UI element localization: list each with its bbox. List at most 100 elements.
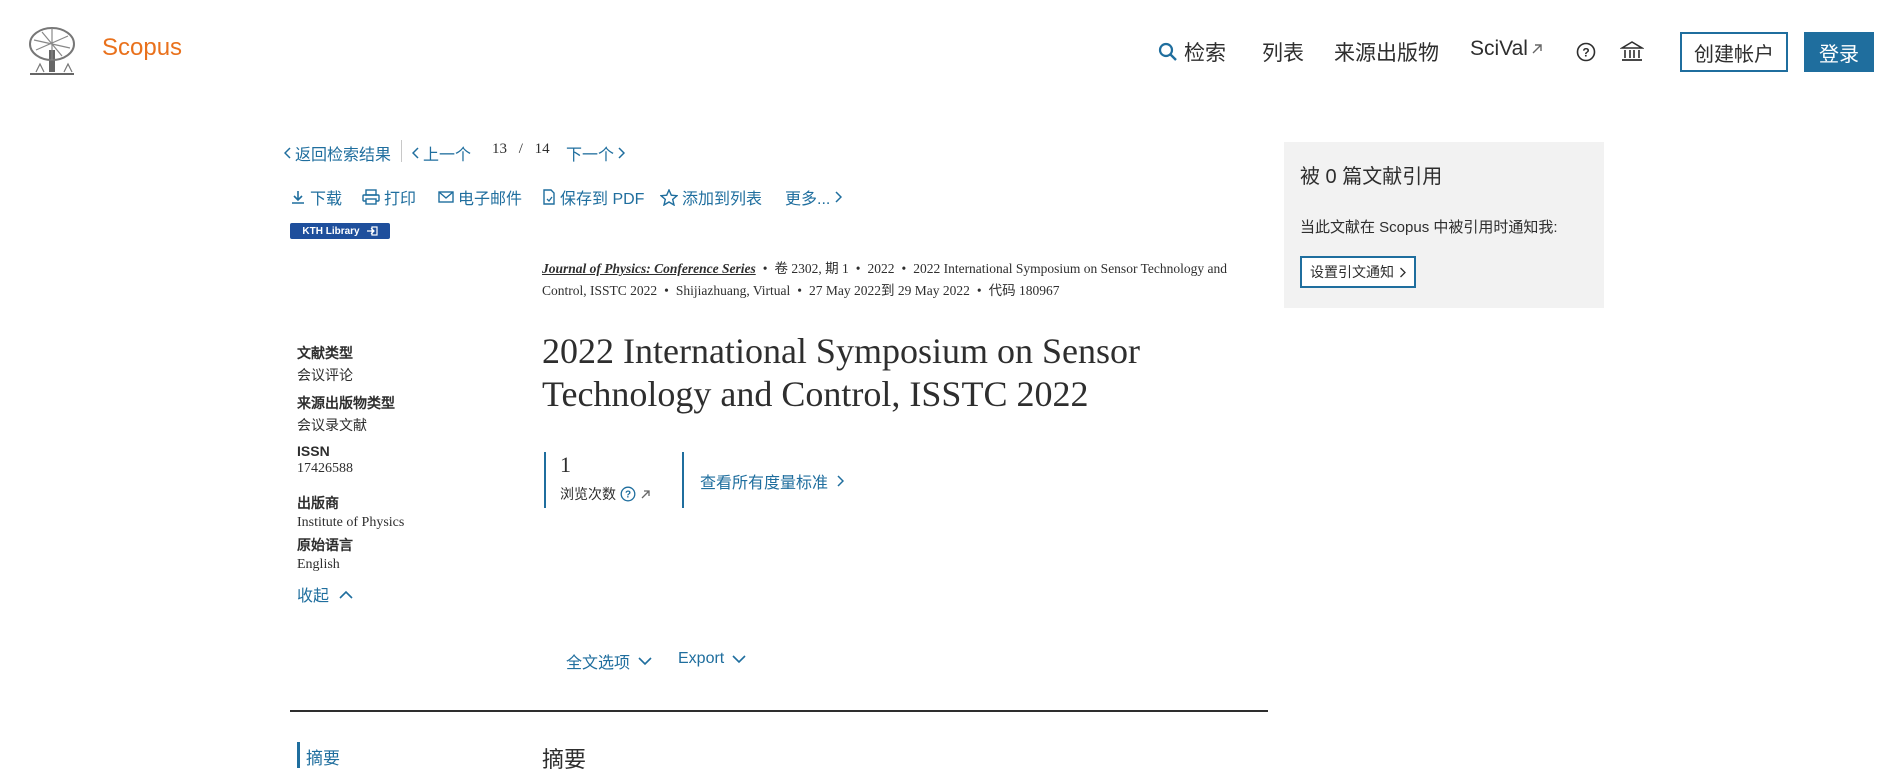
source-volume: 卷 2302, 期 1	[774, 261, 849, 276]
back-label: 返回检索结果	[295, 147, 392, 164]
more-button[interactable]: 更多...	[785, 185, 843, 209]
full-text-options-button[interactable]: 全文选项	[566, 649, 652, 673]
chevron-right-icon	[617, 147, 626, 159]
metric-divider	[682, 452, 684, 508]
institution-icon[interactable]	[1620, 40, 1644, 62]
pager-position: 13 / 14	[492, 141, 550, 158]
export-button[interactable]: Export	[678, 650, 746, 668]
star-icon	[660, 188, 678, 206]
document-type-label: 文献类型	[297, 345, 353, 361]
publisher: 出版商 Institute of Physics	[297, 493, 497, 531]
journal-link[interactable]: Journal of Physics: Conference Series	[542, 261, 756, 276]
pager-total: 14	[534, 141, 550, 157]
login-arrow-icon	[366, 226, 378, 236]
next-link[interactable]: 下一个	[566, 141, 626, 165]
nav-lists[interactable]: 列表	[1262, 37, 1304, 67]
language-value: English	[297, 557, 340, 572]
download-button[interactable]: 下载	[290, 185, 342, 209]
previous-link[interactable]: 上一个	[412, 141, 471, 165]
language-label: 原始语言	[297, 537, 353, 553]
abstract-nav-link[interactable]: 摘要	[306, 744, 340, 769]
kth-library-label: KTH Library	[302, 225, 360, 237]
view-all-metrics-link[interactable]: 查看所有度量标准	[700, 469, 845, 493]
kth-library-badge[interactable]: KTH Library	[290, 223, 390, 239]
pager-divider	[401, 140, 402, 162]
nav-scival[interactable]: SciVal	[1470, 37, 1543, 61]
chevron-right-icon	[1399, 267, 1406, 278]
svg-text:?: ?	[1582, 46, 1589, 60]
source-year: 2022	[867, 261, 895, 276]
view-all-metrics-label: 查看所有度量标准	[700, 475, 829, 492]
print-label: 打印	[384, 191, 417, 208]
full-text-options-label: 全文选项	[566, 655, 631, 672]
pager-current: 13	[492, 141, 507, 157]
nav-sources[interactable]: 来源出版物	[1334, 37, 1439, 67]
set-citation-alert-button[interactable]: 设置引文通知	[1300, 256, 1416, 288]
add-to-list-label: 添加到列表	[682, 191, 763, 208]
chevron-down-icon	[732, 654, 746, 664]
download-icon	[290, 189, 306, 205]
source-type: 来源出版物类型 会议录文献	[297, 393, 497, 435]
collapse-label: 收起	[297, 588, 330, 605]
save-pdf-button[interactable]: 保存到 PDF	[542, 185, 644, 209]
document-type-value: 会议评论	[297, 369, 353, 384]
email-button[interactable]: 电子邮件	[438, 185, 522, 209]
source-location: Shijiazhuang, Virtual	[675, 283, 791, 298]
scopus-brand[interactable]: Scopus	[102, 34, 182, 62]
login-button[interactable]: 登录	[1804, 32, 1874, 72]
help-icon[interactable]: ?	[620, 486, 636, 502]
citations-panel: 被 0 篇文献引用 当此文献在 Scopus 中被引用时通知我: 设置引文通知	[1284, 142, 1604, 308]
back-to-results-link[interactable]: 返回检索结果	[284, 141, 391, 165]
export-label: Export	[678, 650, 725, 667]
issn: ISSN 17426588	[297, 443, 497, 477]
nav-search-label: 检索	[1184, 42, 1226, 65]
elsevier-logo	[24, 26, 80, 78]
chevron-left-icon	[284, 147, 292, 159]
email-icon	[438, 190, 454, 204]
abstract-nav-indicator	[297, 742, 300, 768]
publisher-value: Institute of Physics	[297, 515, 405, 530]
pdf-icon	[542, 189, 556, 205]
help-icon[interactable]: ?	[1576, 42, 1596, 62]
previous-label: 上一个	[423, 147, 472, 164]
external-link-icon	[1531, 43, 1543, 55]
metric-divider	[544, 452, 546, 508]
document-title: 2022 International Symposium on Sensor T…	[542, 331, 1140, 414]
views-label: 浏览次数	[560, 486, 616, 502]
source-info: Journal of Physics: Conference Series • 卷 …	[542, 261, 1227, 298]
citation-notify-text: 当此文献在 Scopus 中被引用时通知我:	[1300, 219, 1558, 236]
svg-text:?: ?	[625, 490, 631, 501]
source-type-label: 来源出版物类型	[297, 395, 395, 411]
section-divider	[290, 710, 1268, 712]
download-label: 下载	[310, 191, 343, 208]
pager-separator: /	[518, 141, 523, 157]
nav-scival-label: SciVal	[1470, 37, 1528, 60]
chevron-left-icon	[412, 147, 420, 159]
document-type: 文献类型 会议评论	[297, 343, 497, 385]
chevron-right-icon	[834, 191, 843, 203]
language: 原始语言 English	[297, 535, 497, 573]
add-to-list-button[interactable]: 添加到列表	[660, 185, 762, 209]
views-count: 1	[560, 452, 571, 477]
set-citation-alert-label: 设置引文通知	[1310, 264, 1394, 280]
cited-by-title: 被 0 篇文献引用	[1300, 166, 1443, 188]
create-account-button[interactable]: 创建帐户	[1680, 32, 1788, 72]
source-dates: 27 May 2022到 29 May 2022	[809, 283, 970, 298]
printer-icon	[362, 189, 380, 205]
views-label-row: 浏览次数 ?	[560, 484, 651, 504]
search-icon	[1158, 42, 1178, 62]
nav-search[interactable]: 检索	[1158, 37, 1226, 67]
source-code: 代码 180967	[988, 283, 1060, 298]
publisher-label: 出版商	[297, 495, 339, 511]
save-pdf-label: 保存到 PDF	[560, 191, 645, 208]
chevron-up-icon	[339, 590, 353, 599]
email-label: 电子邮件	[458, 191, 523, 208]
print-button[interactable]: 打印	[362, 185, 416, 209]
source-type-value: 会议录文献	[297, 419, 367, 434]
issn-value: 17426588	[297, 461, 353, 476]
collapse-button[interactable]: 收起	[297, 582, 353, 606]
chevron-down-icon	[638, 656, 652, 666]
external-link-icon[interactable]	[640, 489, 651, 500]
issn-label: ISSN	[297, 443, 330, 459]
abstract-heading: 摘要	[542, 747, 587, 770]
